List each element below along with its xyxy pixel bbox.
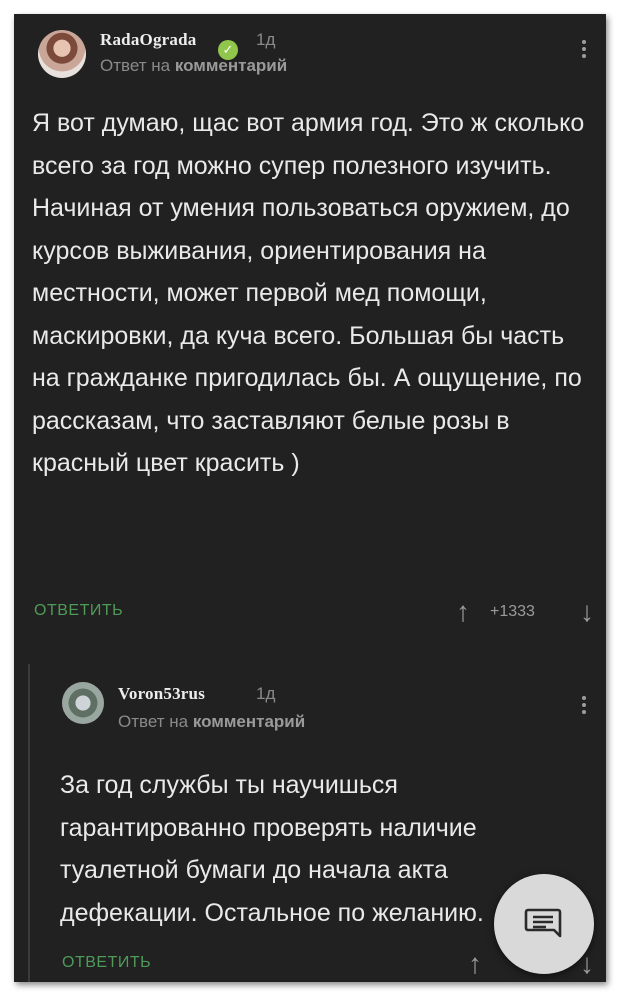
reply-to-label: Ответ на комментарий [100, 56, 287, 76]
upvote-icon[interactable]: ↑ [456, 598, 470, 626]
reply-button[interactable]: ОТВЕТИТЬ [62, 954, 151, 972]
comment-time: 1д [256, 30, 276, 49]
reply-to-label: Ответ на комментарий [118, 712, 305, 732]
avatar[interactable] [62, 682, 104, 724]
reply-prefix: Ответ на [118, 712, 189, 731]
more-options-icon[interactable] [582, 40, 588, 58]
more-options-icon[interactable] [582, 696, 588, 714]
comments-screen: RadaOgrada ✓ 1д Ответ на комментарий Я в… [14, 14, 606, 982]
downvote-icon[interactable]: ↓ [580, 598, 594, 626]
upvote-icon[interactable]: ↑ [468, 950, 482, 978]
thread-line[interactable] [28, 664, 30, 982]
reply-target-link[interactable]: комментарий [175, 56, 287, 75]
chat-bubble-icon [524, 908, 562, 938]
comment-fab-button[interactable] [494, 874, 594, 974]
username[interactable]: RadaOgrada [100, 30, 196, 50]
reply-button[interactable]: ОТВЕТИТЬ [34, 602, 123, 620]
rating-count: +1333 [490, 603, 535, 620]
username[interactable]: Voron53rus [118, 684, 205, 704]
avatar[interactable] [38, 30, 86, 78]
comment-text: Я вот думаю, щас вот армия год. Это ж ск… [32, 109, 585, 477]
reply-target-link[interactable]: комментарий [193, 712, 305, 731]
reply-prefix: Ответ на [100, 56, 171, 75]
comment-time: 1д [256, 684, 276, 703]
